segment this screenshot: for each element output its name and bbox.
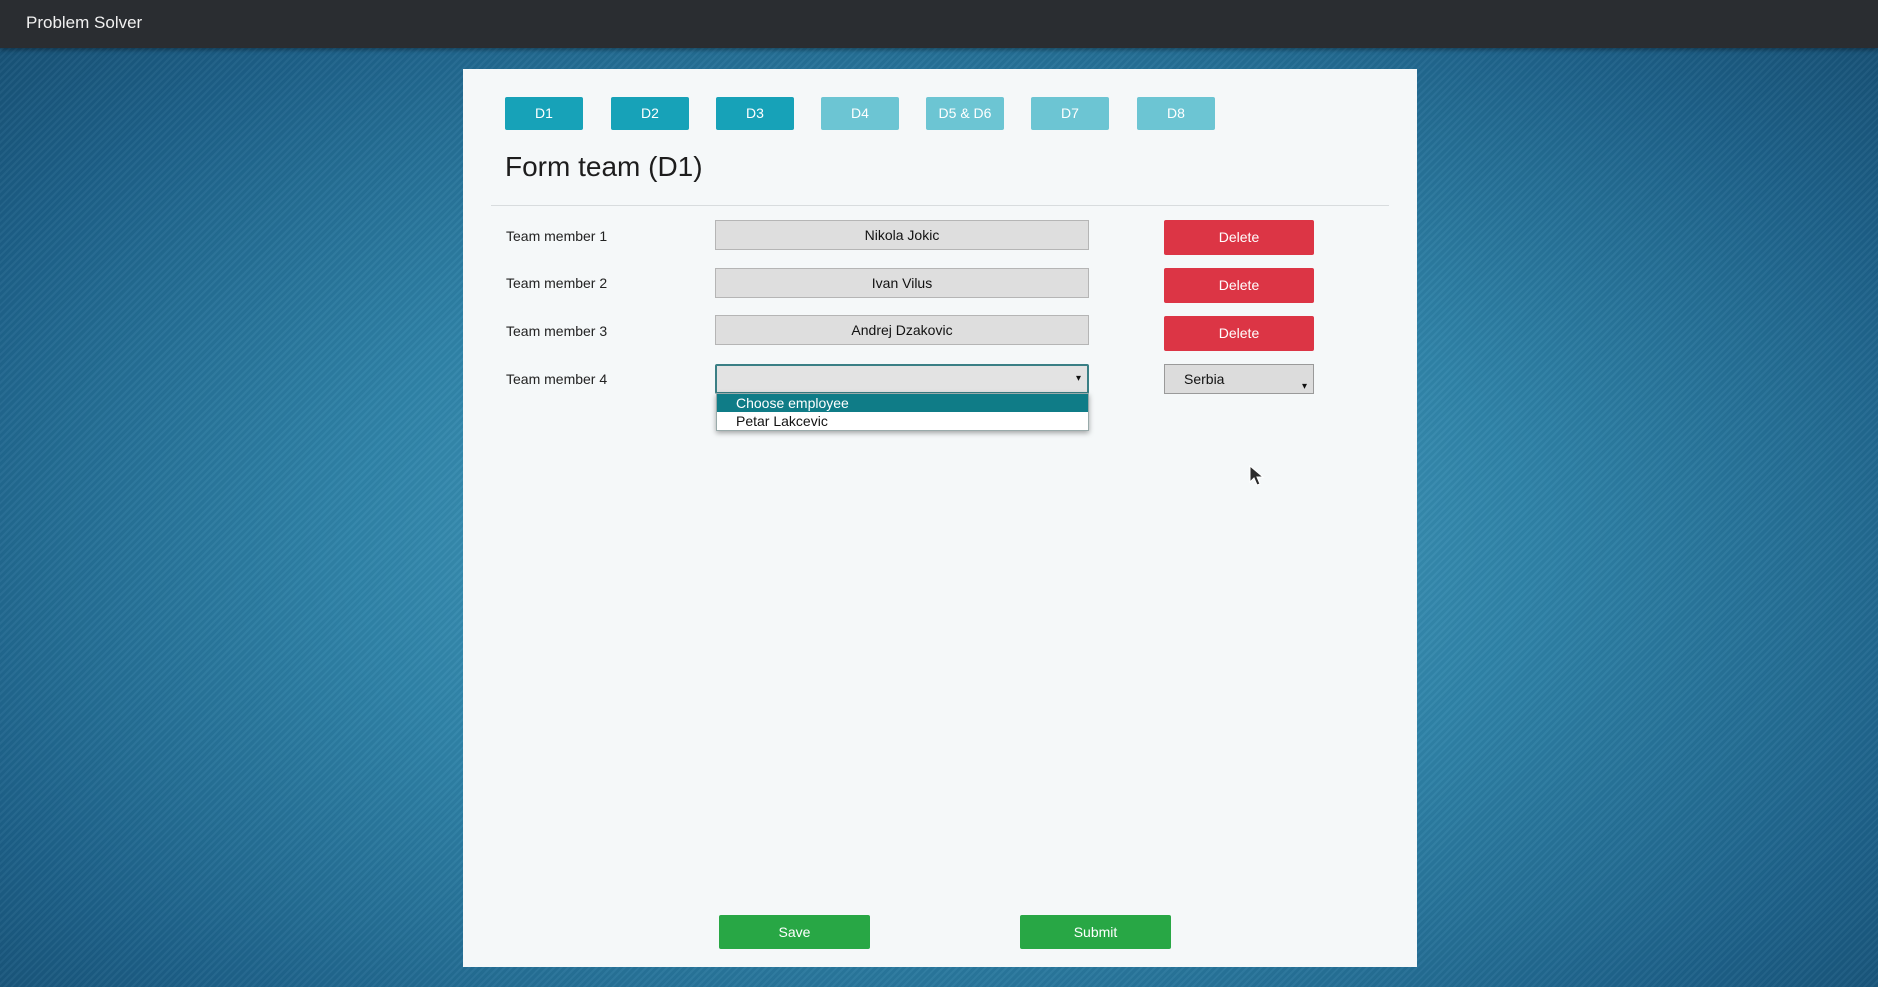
- tab-d1[interactable]: D1: [505, 97, 583, 130]
- team-member-2-field[interactable]: Ivan Vilus: [715, 268, 1089, 298]
- tab-d7[interactable]: D7: [1031, 97, 1109, 130]
- team-member-3-field[interactable]: Andrej Dzakovic: [715, 315, 1089, 345]
- save-button[interactable]: Save: [719, 915, 870, 949]
- tab-d8[interactable]: D8: [1137, 97, 1215, 130]
- main-panel: D1 D2 D3 D4 D5 & D6 D7 D8 Form team (D1)…: [463, 69, 1417, 967]
- employee-dropdown-list: Choose employee Petar Lakcevic: [716, 393, 1089, 431]
- team-member-3-label: Team member 3: [506, 323, 608, 339]
- tab-d5-d6[interactable]: D5 & D6: [926, 97, 1004, 130]
- delete-member-1-button[interactable]: Delete: [1164, 220, 1314, 255]
- team-member-4-label: Team member 4: [506, 371, 608, 387]
- employee-option-choose[interactable]: Choose employee: [717, 394, 1088, 412]
- team-member-1-label: Team member 1: [506, 228, 608, 244]
- tab-d2[interactable]: D2: [611, 97, 689, 130]
- page-title: Form team (D1): [505, 151, 703, 182]
- team-member-2-label: Team member 2: [506, 275, 608, 291]
- chevron-down-icon: ▾: [1301, 381, 1307, 392]
- submit-button[interactable]: Submit: [1020, 915, 1171, 949]
- divider: [491, 205, 1389, 206]
- tab-d4[interactable]: D4: [821, 97, 899, 130]
- delete-member-2-button[interactable]: Delete: [1164, 268, 1314, 303]
- country-select[interactable]: Serbia ▾: [1164, 364, 1314, 394]
- employee-option-petar-lakcevic[interactable]: Petar Lakcevic: [717, 412, 1088, 430]
- mouse-cursor-icon: [1249, 465, 1265, 486]
- country-select-value: Serbia: [1184, 371, 1225, 387]
- app-title[interactable]: Problem Solver: [26, 13, 142, 33]
- employee-select[interactable]: ▾: [715, 364, 1089, 394]
- tab-d3[interactable]: D3: [716, 97, 794, 130]
- chevron-down-icon: ▾: [1075, 373, 1081, 384]
- delete-member-3-button[interactable]: Delete: [1164, 316, 1314, 351]
- team-member-1-field[interactable]: Nikola Jokic: [715, 220, 1089, 250]
- top-navbar: Problem Solver: [0, 0, 1878, 48]
